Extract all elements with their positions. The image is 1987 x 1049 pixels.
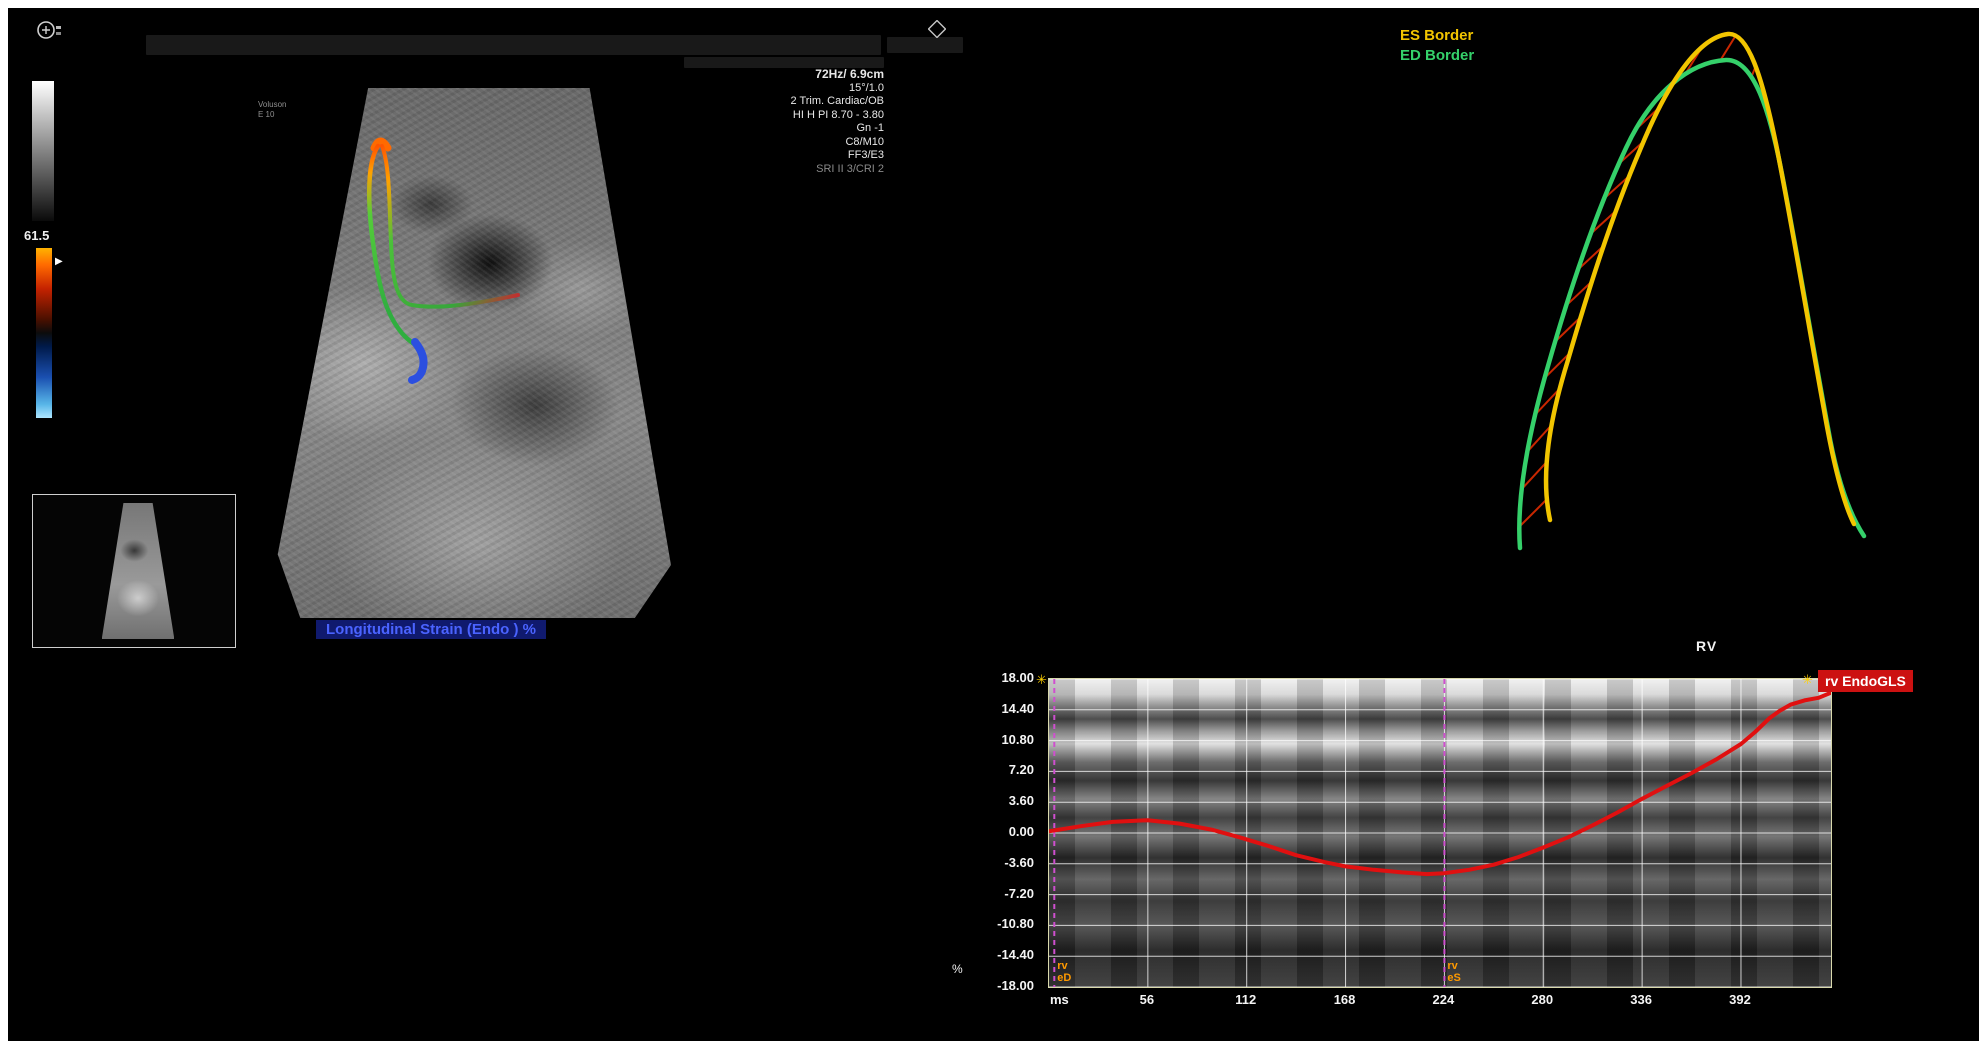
phase-label-line: rv [1447, 960, 1458, 972]
ultrasound-screen: 61.5 ▶ Voluson E 10 Longitudinal Strain … [8, 8, 1979, 1041]
x-tick-label: 392 [1729, 992, 1751, 1007]
colorbar-marker-icon[interactable]: ▶ [55, 256, 63, 267]
phase-label: rv eS [1447, 960, 1460, 984]
y-tick-label: 14.40 [1001, 700, 1034, 716]
redacted-info-bar [887, 37, 963, 53]
x-tick-label: 280 [1531, 992, 1554, 1007]
y-tick-label: -10.80 [997, 916, 1034, 932]
strain-left-limb [366, 143, 422, 350]
strain-right-limb [380, 144, 520, 309]
strain-trace-overlay [366, 137, 520, 384]
y-tick-label: -3.60 [1004, 854, 1034, 870]
phase-label-line: eD [1057, 972, 1072, 984]
thumbnail-sector [101, 502, 175, 640]
image-info-line: 15°/1.0 [849, 81, 884, 94]
rv-border-trace [1517, 31, 1867, 551]
phase-label-line: rv [1057, 960, 1068, 972]
x-axis-unit-label: ms [1050, 992, 1069, 1007]
grayscale-map-bar [32, 81, 54, 221]
strain-curve [1049, 690, 1831, 877]
y-tick-label: -7.20 [1004, 885, 1034, 901]
phase-label-line: eS [1447, 972, 1461, 984]
y-tick-label: -14.40 [997, 947, 1034, 963]
image-info-line: 72Hz/ 6.9cm [815, 67, 884, 81]
hatch-line [1518, 498, 1548, 528]
badge-star-icon: ✳ [1802, 672, 1813, 687]
chart-y-axis-unit: % [952, 962, 963, 976]
y-tick-label: 18.00 [1001, 670, 1034, 685]
machine-watermark: Voluson E 10 [258, 100, 286, 120]
vendor-logo-icon [37, 21, 61, 39]
image-info-line: FF3/E3 [847, 149, 884, 161]
x-tick-label: 336 [1630, 992, 1652, 1007]
white-frame: 61.5 ▶ Voluson E 10 Longitudinal Strain … [0, 0, 1987, 1049]
y-tick-label: -18.00 [997, 978, 1034, 993]
measurement-caption: Longitudinal Strain (Endo ) % [316, 620, 546, 639]
x-tick-label: 56 [1139, 992, 1155, 1007]
hatch-line [1719, 35, 1737, 62]
y-tick-label: 7.20 [1008, 762, 1034, 778]
ed-border-label: ED Border [1400, 47, 1475, 64]
strain-basal-segment [408, 338, 428, 384]
strain-chart-plot: rv eD rv eS [1048, 678, 1832, 988]
image-info-line: C8/M10 [845, 135, 884, 148]
phase-label: rv eD [1057, 960, 1071, 984]
watermark-line: Voluson [258, 100, 287, 109]
x-tick-label: 112 [1235, 992, 1257, 1007]
es-border-label: ES Border [1400, 27, 1474, 44]
chart-y-axis-labels: 18.00 14.40 10.80 7.20 3.60 0.00 -3.60 -7.20 -10… [938, 670, 1040, 993]
y-tick-label: 0.00 [1008, 824, 1034, 839]
x-tick-label: 224 [1432, 992, 1455, 1007]
curve-name-badge: rv EndoGLS [1818, 670, 1913, 692]
strain-chart-svg [1049, 679, 1831, 987]
ed-border-path [1517, 57, 1867, 551]
region-label: RV [1696, 638, 1718, 654]
y-tick-label: 10.80 [1001, 731, 1034, 747]
gray-map-value: 61.5 [24, 228, 50, 243]
image-info-line: 2 Trim. Cardiac/OB [790, 95, 884, 107]
secondary-logo-icon [928, 20, 946, 38]
image-info-line: Gn -1 [856, 122, 884, 134]
image-info-line: SRI II 3/CRI 2 [816, 162, 884, 175]
watermark-line: E 10 [258, 110, 275, 119]
es-border-path [1543, 31, 1857, 527]
chart-x-axis-labels: ms 56 112 168 224 280 336 392 [1048, 992, 1830, 1012]
chart-corner-star-icon: ✳ [1036, 672, 1047, 687]
image-info-line: HI H PI 8.70 - 3.80 [792, 108, 884, 121]
x-tick-label: 168 [1333, 992, 1356, 1007]
redacted-patient-info-bar [146, 35, 881, 55]
strain-color-map-bar [36, 248, 52, 418]
image-info: 72Hz/ 6.9cm 15°/1.0 2 Trim. Cardiac/OB HI H… [648, 67, 884, 176]
y-tick-label: 3.60 [1008, 793, 1034, 809]
image-thumbnail[interactable] [32, 494, 236, 648]
border-legend: ES Border ED Border [1400, 26, 1474, 66]
